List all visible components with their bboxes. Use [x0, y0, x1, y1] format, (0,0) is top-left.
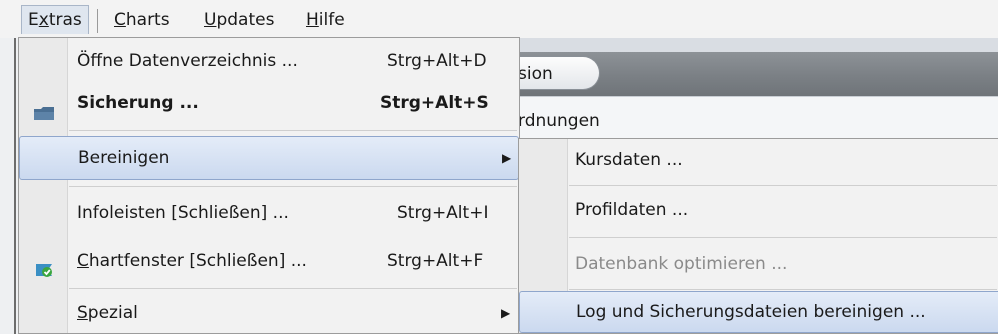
menu-separator — [569, 185, 997, 186]
menu-item-label: Kursdaten ... — [575, 150, 683, 170]
menu-separator — [569, 289, 997, 290]
menu-item-label: Log und Sicherungsdateien bereinigen ... — [576, 302, 926, 322]
backup-icon — [33, 95, 55, 137]
panel-header: rdnungen — [518, 96, 998, 139]
tab-label: sion — [518, 64, 553, 84]
menu-bar: Extras Charts Updates Hilfe — [0, 0, 998, 38]
menu-separator — [69, 186, 517, 187]
submenu-item-datenbank-optimieren: Datenbank optimieren ... — [521, 243, 997, 285]
extras-menu: Öffne Datenverzeichnis ... Strg+Alt+D Si… — [18, 37, 520, 334]
menu-item-label: Datenbank optimieren ... — [575, 254, 788, 274]
menu-item-shortcut: Strg+Alt+F — [387, 251, 484, 271]
menu-hilfe[interactable]: Hilfe — [300, 6, 351, 34]
menu-item-label: Chartfenster [Schließen] ... — [77, 240, 307, 282]
menu-item-shortcut: Strg+Alt+I — [397, 203, 489, 223]
menu-item-label-rest: pezial — [87, 303, 138, 323]
menu-item-label: Sicherung ... — [77, 93, 199, 113]
menu-item-label: Öffne Datenverzeichnis ... — [77, 51, 298, 71]
menu-charts[interactable]: Charts — [108, 6, 176, 34]
window-border — [14, 38, 16, 334]
submenu-item-kursdaten[interactable]: Kursdaten ... — [521, 139, 997, 181]
menu-item-label: Spezial — [77, 292, 138, 334]
bereinigen-submenu: Kursdaten ... Profildaten ... Datenbank … — [518, 138, 998, 334]
menu-separator — [69, 288, 517, 289]
chart-window-icon — [34, 253, 54, 295]
menu-separator — [97, 9, 98, 33]
menu-item-backup[interactable]: Sicherung ... Strg+Alt+S — [21, 82, 517, 124]
panel-header-label: rdnungen — [518, 111, 600, 131]
tab-button[interactable]: sion — [508, 56, 600, 90]
submenu-arrow-icon: ▶ — [502, 151, 512, 165]
menu-separator — [569, 237, 997, 238]
menu-item-shortcut: Strg+Alt+D — [387, 51, 487, 71]
menu-separator — [69, 130, 517, 131]
menu-item-open-data-directory[interactable]: Öffne Datenverzeichnis ... Strg+Alt+D — [21, 40, 517, 82]
submenu-item-profildaten[interactable]: Profildaten ... — [521, 189, 997, 231]
mnemonic: S — [77, 303, 88, 323]
menu-updates[interactable]: Updates — [198, 6, 280, 34]
mnemonic: C — [77, 251, 89, 271]
menu-item-label-rest: hartfenster [Schließen] ... — [88, 251, 307, 271]
menu-item-shortcut: Strg+Alt+S — [380, 93, 489, 113]
menu-item-chartfenster[interactable]: Chartfenster [Schließen] ... Strg+Alt+F — [21, 240, 517, 282]
submenu-arrow-icon: ▶ — [501, 306, 511, 320]
menu-item-bereinigen[interactable]: Bereinigen ▶ — [19, 136, 519, 180]
menu-item-infoleisten[interactable]: Infoleisten [Schließen] ... Strg+Alt+I — [21, 192, 517, 234]
menu-item-label: Infoleisten [Schließen] ... — [77, 203, 289, 223]
menu-item-spezial[interactable]: Spezial ▶ — [21, 292, 517, 334]
menu-extras[interactable]: Extras — [21, 5, 89, 34]
menu-item-label: Bereinigen — [78, 148, 170, 168]
submenu-item-log-und-sicherungsdateien[interactable]: Log und Sicherungsdateien bereinigen ... — [519, 291, 998, 333]
menu-item-label: Profildaten ... — [575, 200, 689, 220]
